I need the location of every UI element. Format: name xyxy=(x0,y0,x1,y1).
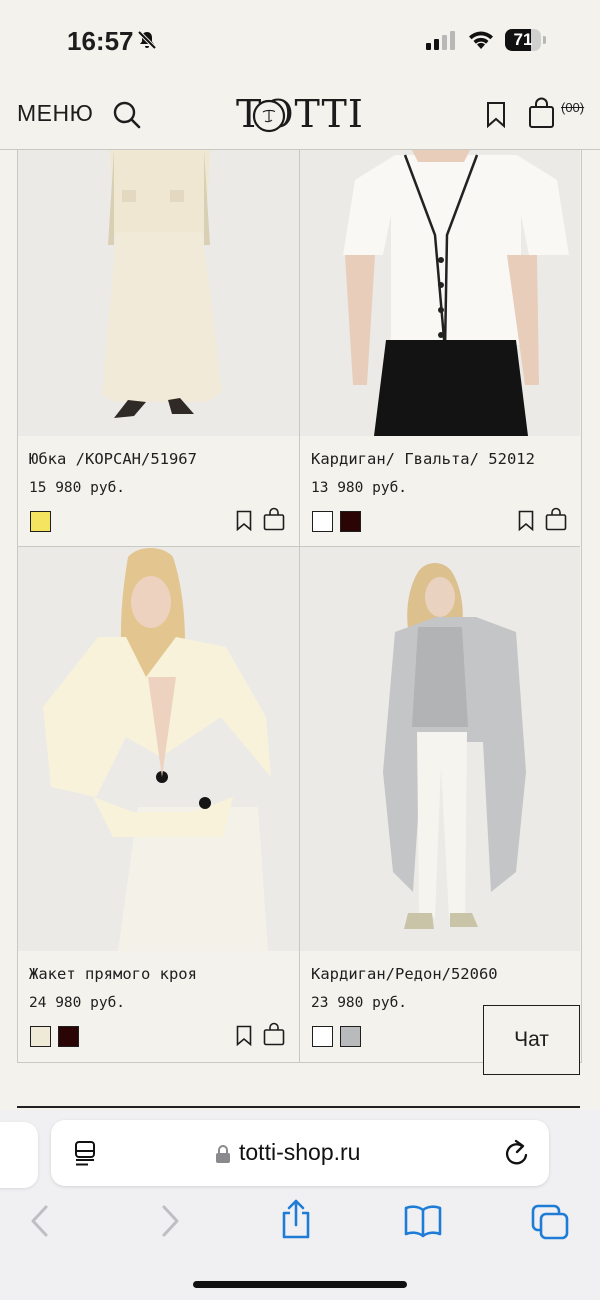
product-image[interactable] xyxy=(300,547,580,951)
battery-indicator: 71 xyxy=(505,29,547,51)
status-bar: 16:57 71 xyxy=(0,0,600,82)
product-card[interactable]: Юбка /КОРСАН/51967 15 980 руб. xyxy=(18,150,299,546)
cellular-signal-icon xyxy=(426,31,455,50)
bookmarks-icon[interactable] xyxy=(403,1204,443,1238)
color-swatch[interactable] xyxy=(312,1026,333,1047)
previous-tab-preview[interactable] xyxy=(0,1122,38,1188)
product-price: 13 980 руб. xyxy=(311,480,408,496)
product-price: 24 980 руб. xyxy=(29,995,126,1011)
bookmark-icon[interactable] xyxy=(236,1025,252,1046)
logo-seal-icon xyxy=(252,99,286,133)
silent-bell-icon xyxy=(137,30,157,50)
back-icon[interactable] xyxy=(28,1204,52,1238)
product-name[interactable]: Жакет прямого кроя xyxy=(29,965,197,983)
product-price: 23 980 руб. xyxy=(311,995,408,1011)
color-swatch[interactable] xyxy=(58,1026,79,1047)
home-indicator xyxy=(193,1281,407,1288)
product-name[interactable]: Юбка /КОРСАН/51967 xyxy=(29,450,197,468)
color-swatch[interactable] xyxy=(312,511,333,532)
product-name[interactable]: Кардиган/ Гвальта/ 52012 xyxy=(311,450,535,468)
product-card[interactable]: Жакет прямого кроя 24 980 руб. xyxy=(18,546,299,1062)
menu-button[interactable]: МЕНЮ xyxy=(17,100,93,127)
share-icon[interactable] xyxy=(279,1198,313,1240)
color-swatch[interactable] xyxy=(340,511,361,532)
status-time: 16:57 xyxy=(67,26,134,56)
tabs-icon[interactable] xyxy=(531,1204,569,1240)
product-image[interactable] xyxy=(300,150,580,436)
product-grid: Юбка /КОРСАН/51967 15 980 руб. Кардиган/… xyxy=(17,150,582,1063)
color-swatch[interactable] xyxy=(30,511,51,532)
forward-icon[interactable] xyxy=(158,1204,182,1238)
bookmark-icon[interactable] xyxy=(236,510,252,531)
section-divider xyxy=(17,1106,580,1108)
product-image[interactable] xyxy=(18,547,299,951)
add-to-bag-icon[interactable] xyxy=(263,1022,285,1046)
cart-count: (00) xyxy=(561,100,585,115)
add-to-bag-icon[interactable] xyxy=(545,507,567,531)
page-menu-icon[interactable] xyxy=(73,1140,99,1166)
product-image[interactable] xyxy=(18,150,299,436)
color-swatch[interactable] xyxy=(340,1026,361,1047)
wifi-icon xyxy=(469,31,493,49)
reload-icon[interactable] xyxy=(503,1138,531,1168)
product-price: 15 980 руб. xyxy=(29,480,126,496)
browser-toolbar: totti-shop.ru xyxy=(0,1110,600,1300)
color-swatch[interactable] xyxy=(30,1026,51,1047)
product-card[interactable]: Кардиган/ Гвальта/ 52012 13 980 руб. xyxy=(299,150,580,546)
chat-button[interactable]: Чат xyxy=(483,1005,580,1075)
lock-icon xyxy=(216,1145,230,1163)
address-bar[interactable]: totti-shop.ru xyxy=(51,1120,549,1186)
bookmark-icon[interactable] xyxy=(486,101,506,128)
product-name[interactable]: Кардиган/Редон/52060 xyxy=(311,965,498,983)
shopping-bag-icon[interactable] xyxy=(528,97,555,129)
bookmark-icon[interactable] xyxy=(518,510,534,531)
site-header: МЕНЮ TOTTI (00) xyxy=(0,82,600,150)
battery-level: 71 xyxy=(513,30,533,49)
add-to-bag-icon[interactable] xyxy=(263,507,285,531)
url-text[interactable]: totti-shop.ru xyxy=(239,1139,360,1166)
search-icon[interactable] xyxy=(112,100,142,130)
product-card[interactable]: Кардиган/Редон/52060 23 980 руб. xyxy=(299,546,580,1062)
